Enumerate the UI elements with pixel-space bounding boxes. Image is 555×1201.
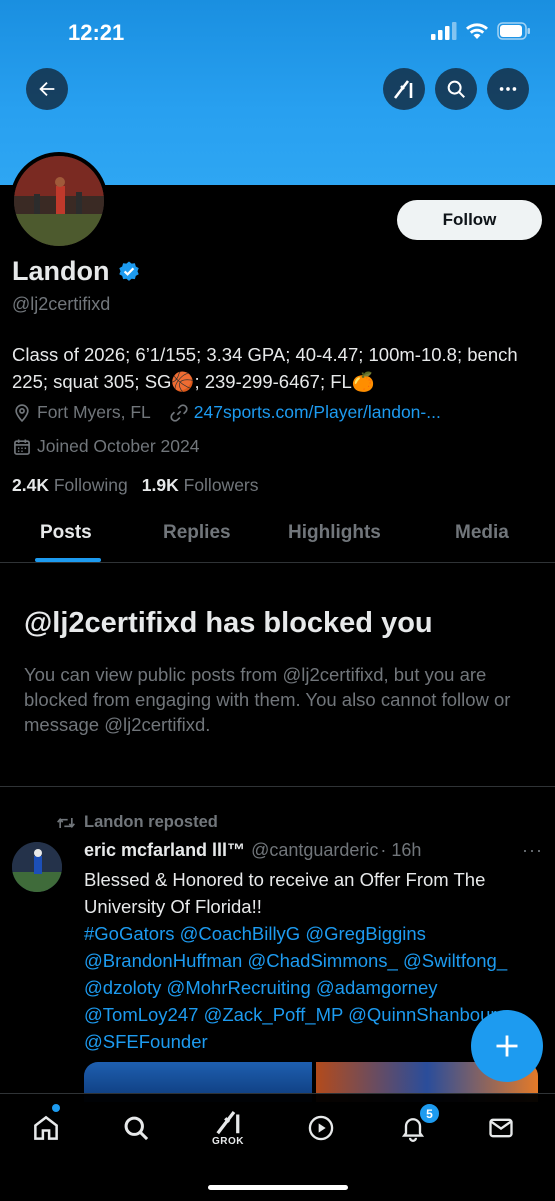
nav-messages[interactable] xyxy=(481,1108,521,1148)
nav-video[interactable] xyxy=(301,1108,341,1148)
profile-meta-row: Fort Myers, FL 247sports.com/Player/land… xyxy=(12,402,441,423)
grok-button[interactable] xyxy=(383,68,425,110)
search-icon xyxy=(447,80,465,98)
tab-media[interactable]: Media xyxy=(455,522,509,544)
active-tab-indicator xyxy=(35,558,101,562)
tweet-text: Blessed & Honored to receive an Offer Fr… xyxy=(84,869,486,917)
back-button[interactable] xyxy=(26,68,68,110)
tweet-author-avatar[interactable] xyxy=(12,842,62,892)
nav-grok-label: GROK xyxy=(212,1136,244,1147)
repost-indicator: Landon reposted xyxy=(56,813,218,832)
link-icon xyxy=(170,403,188,422)
home-indicator-bar xyxy=(208,1185,348,1190)
repost-label[interactable]: Landon reposted xyxy=(84,813,218,832)
tweet-author-handle[interactable]: @cantguarderic xyxy=(251,840,378,861)
home-new-indicator xyxy=(52,1104,60,1112)
profile-tabs: Posts Replies Highlights Media xyxy=(0,508,555,563)
tweet-avatar-photo xyxy=(12,842,62,892)
home-icon xyxy=(34,1115,58,1140)
grok-icon xyxy=(393,80,413,99)
profile-avatar[interactable] xyxy=(10,152,108,250)
repost-icon xyxy=(57,817,75,828)
verified-badge-icon[interactable] xyxy=(117,260,141,284)
battery-icon xyxy=(497,22,530,40)
followers-label: Followers xyxy=(183,475,259,495)
notifications-badge: 5 xyxy=(419,1103,440,1124)
grok-icon xyxy=(216,1111,240,1135)
compose-button[interactable] xyxy=(471,1010,543,1082)
wifi-icon xyxy=(466,23,488,39)
profile-joined-row: Joined October 2024 xyxy=(12,436,199,457)
section-divider xyxy=(0,786,555,787)
tweet-time: · 16h xyxy=(380,840,422,860)
nav-search[interactable] xyxy=(116,1108,156,1148)
location-icon xyxy=(15,403,29,422)
following-count: 2.4K xyxy=(12,475,49,495)
more-icon xyxy=(499,87,517,91)
profile-bio: Class of 2026; 6’1/155; 3.34 GPA; 40-4.4… xyxy=(12,344,518,392)
profile-joined-date: Joined October 2024 xyxy=(37,436,200,456)
follow-button[interactable]: Follow xyxy=(397,200,542,240)
tab-highlights[interactable]: Highlights xyxy=(288,522,381,544)
calendar-icon xyxy=(14,439,30,455)
following-label: Following xyxy=(53,475,128,495)
play-icon xyxy=(308,1115,334,1141)
following-stat[interactable]: 2.4K Following xyxy=(12,475,128,496)
profile-name-row: Landon xyxy=(12,256,141,287)
tweet-author-name[interactable]: eric mcfarland lll™ xyxy=(84,840,245,861)
back-arrow-icon xyxy=(39,81,55,97)
avatar-photo xyxy=(14,156,104,246)
tab-replies[interactable]: Replies xyxy=(163,522,231,544)
profile-location: Fort Myers, FL xyxy=(37,402,151,422)
status-bar: 12:21 xyxy=(0,0,555,60)
blocked-message: You can view public posts from @lj2certi… xyxy=(24,664,511,735)
profile-handle: @lj2certifixd xyxy=(12,294,111,314)
search-button[interactable] xyxy=(435,68,477,110)
profile-name: Landon xyxy=(12,256,110,286)
profile-website-link[interactable]: 247sports.com/Player/landon-... xyxy=(194,402,441,423)
followers-stat[interactable]: 1.9K Followers xyxy=(142,475,259,496)
blocked-title: @lj2certifixd has blocked you xyxy=(24,607,433,639)
profile-stats: 2.4K Following 1.9K Followers xyxy=(12,475,259,496)
tweet-header: eric mcfarland lll™ @cantguarderic · 16h xyxy=(84,840,421,861)
tab-posts[interactable]: Posts xyxy=(40,522,92,544)
mail-icon xyxy=(489,1118,513,1138)
nav-home[interactable] xyxy=(26,1108,66,1148)
status-time: 12:21 xyxy=(68,20,125,45)
more-options-button[interactable] xyxy=(487,68,529,110)
cellular-signal-icon xyxy=(431,22,457,40)
search-icon xyxy=(124,1116,149,1141)
tweet-more-button[interactable]: ··· xyxy=(522,840,543,861)
plus-icon xyxy=(496,1035,518,1057)
followers-count: 1.9K xyxy=(141,475,179,495)
